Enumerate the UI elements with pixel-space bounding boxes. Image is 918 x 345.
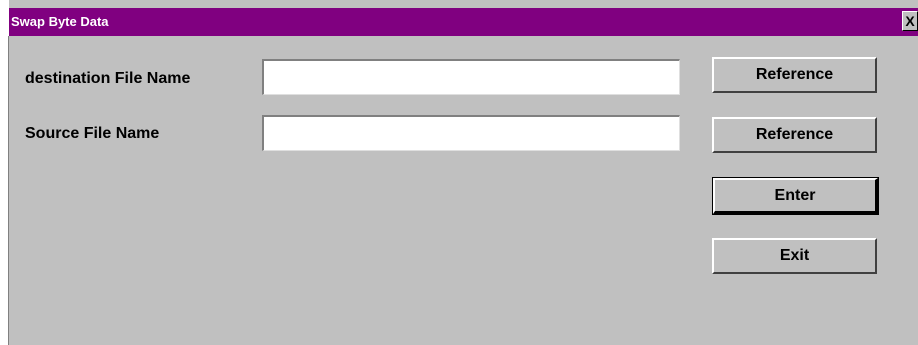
destination-file-name-input[interactable] <box>262 59 680 95</box>
close-button[interactable]: X <box>902 11 918 31</box>
window-left-border <box>8 36 9 345</box>
exit-button[interactable]: Exit <box>712 238 877 274</box>
title-bar[interactable]: Swap Byte Data X <box>9 8 918 36</box>
destination-reference-label: Reference <box>755 66 834 83</box>
enter-label: Enter <box>774 186 816 204</box>
source-reference-label: Reference <box>755 126 834 143</box>
window-title: Swap Byte Data <box>11 14 109 29</box>
enter-button[interactable]: Enter <box>712 177 879 215</box>
source-file-name-label: Source File Name <box>25 125 160 142</box>
close-icon: X <box>905 13 915 29</box>
source-reference-button[interactable]: Reference <box>712 117 877 153</box>
exit-label: Exit <box>779 247 810 264</box>
source-file-name-input[interactable] <box>262 115 680 151</box>
destination-file-name-label: destination File Name <box>25 70 191 87</box>
destination-reference-button[interactable]: Reference <box>712 57 877 93</box>
swap-byte-data-dialog: Swap Byte Data X destination File Name S… <box>0 0 918 345</box>
